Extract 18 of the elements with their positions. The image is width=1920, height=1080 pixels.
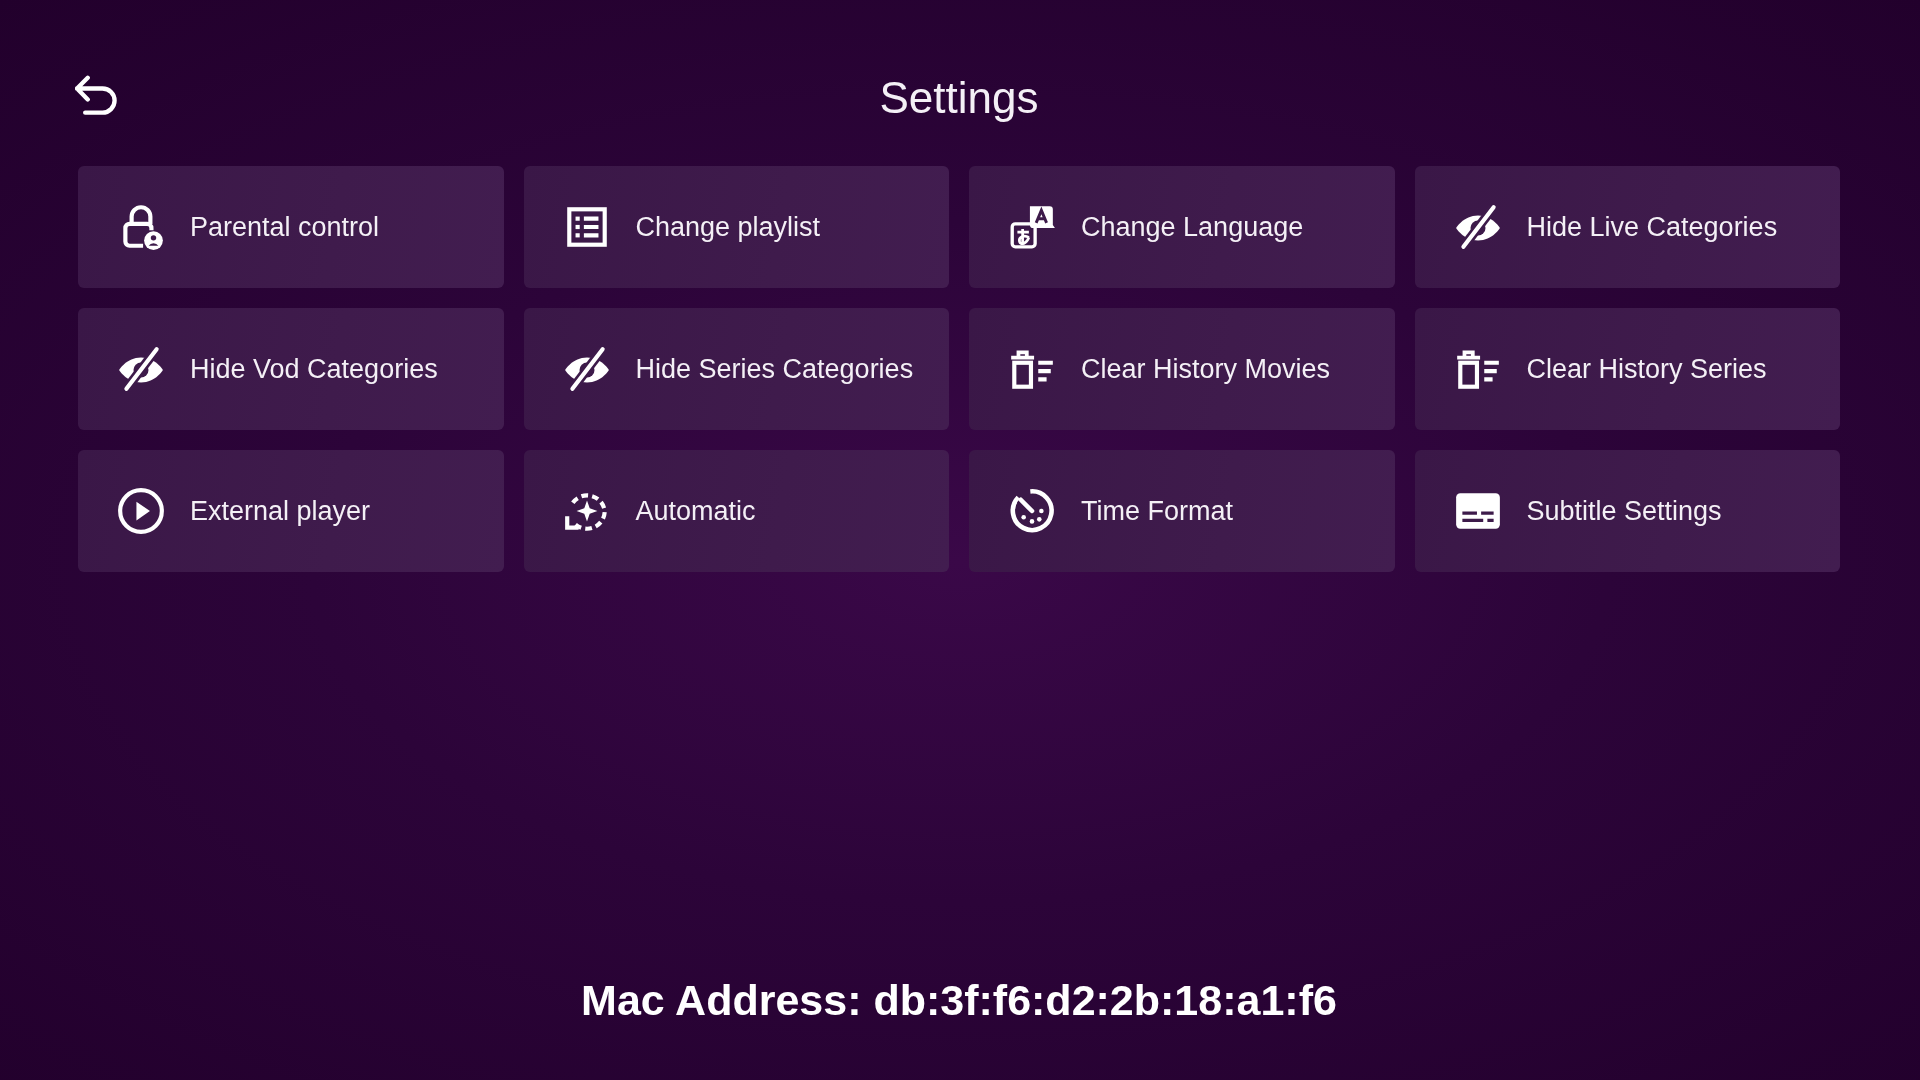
settings-tile[interactable]: Subtitle Settings: [1414, 450, 1840, 572]
settings-tile[interactable]: Hide Series Categories: [523, 308, 949, 430]
mac-address: Mac Address: db:3f:f6:d2:2b:18:a1:f6: [581, 975, 1337, 1027]
settings-tile[interactable]: Hide Live Categories: [1414, 166, 1840, 288]
play-circle-icon: [116, 486, 166, 536]
settings-tile[interactable]: Change Language: [969, 166, 1395, 288]
settings-tile[interactable]: Clear History Series: [1414, 308, 1840, 430]
settings-tile[interactable]: Change playlist: [523, 166, 949, 288]
settings-tile[interactable]: Hide Vod Categories: [78, 308, 504, 430]
settings-tile[interactable]: External player: [78, 450, 504, 572]
settings-tile[interactable]: Clear History Movies: [969, 308, 1395, 430]
eye-slash-icon: [116, 344, 166, 394]
back-button[interactable]: [75, 74, 117, 116]
settings-tile[interactable]: Time Format: [969, 450, 1395, 572]
settings-tile[interactable]: Parental control: [78, 166, 504, 288]
back-icon: [75, 74, 117, 116]
settings-tile[interactable]: Automatic: [523, 450, 949, 572]
page-title: Settings: [879, 71, 1039, 124]
